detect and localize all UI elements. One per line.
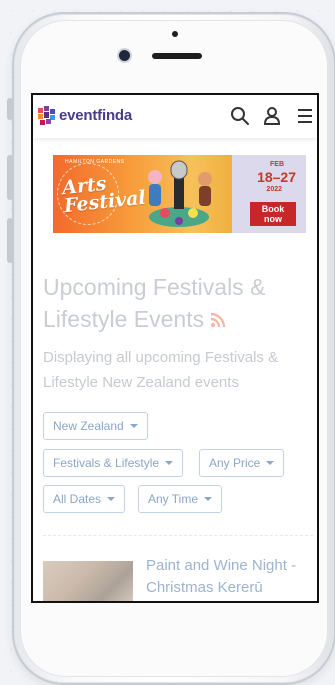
- logo-text[interactable]: eventfinda: [59, 107, 132, 124]
- rss-feed-icon[interactable]: [210, 312, 226, 328]
- banner-year: 2022: [266, 186, 282, 193]
- chevron-down-icon: [129, 424, 138, 428]
- banner-book-now-button[interactable]: Book now: [250, 202, 296, 226]
- page-subtitle: Displaying all upcoming Festivals & Life…: [43, 349, 279, 391]
- chevron-down-icon: [266, 461, 275, 465]
- time-filter-dropdown[interactable]: Any Time: [138, 485, 223, 513]
- phone-screen: eventfinda HAMILTON GARDENS Arts Festiva…: [31, 93, 319, 603]
- date-filter-dropdown[interactable]: All Dates: [43, 485, 126, 513]
- category-filter-dropdown[interactable]: Festivals & Lifestyle: [43, 449, 184, 477]
- arts-festival-banner-ad[interactable]: HAMILTON GARDENS Arts Festival FEB 18–27…: [53, 155, 306, 233]
- location-filter-label: New Zealand: [53, 419, 124, 433]
- chevron-down-icon: [107, 497, 116, 501]
- location-filter-dropdown[interactable]: New Zealand: [43, 412, 148, 440]
- phone-speaker: [152, 53, 202, 59]
- eventfinda-logo-icon[interactable]: [38, 106, 55, 125]
- banner-dates: 18–27: [257, 169, 296, 185]
- category-filter-label: Festivals & Lifestyle: [53, 456, 160, 470]
- site-header: eventfinda: [33, 95, 317, 138]
- banner-organiser: HAMILTON GARDENS: [65, 159, 125, 165]
- price-filter-dropdown[interactable]: Any Price: [199, 449, 285, 477]
- chevron-down-icon: [165, 461, 174, 465]
- page-title-text: Upcoming Festivals & Lifestyle Events: [43, 274, 266, 332]
- event-title-link[interactable]: Paint and Wine Night - Christmas Kererū: [146, 555, 316, 599]
- phone-side-button-volume-down: [7, 218, 13, 263]
- phone-camera: [119, 50, 130, 61]
- chevron-down-icon: [204, 497, 213, 501]
- time-filter-label: Any Time: [148, 492, 199, 506]
- phone-side-button-mute: [7, 98, 13, 120]
- page-title: Upcoming Festivals & Lifestyle Events: [43, 271, 313, 335]
- price-filter-label: Any Price: [209, 456, 261, 470]
- phone-sensor: [172, 31, 178, 37]
- banner-illustration-icon: [148, 160, 212, 227]
- date-filter-label: All Dates: [53, 492, 102, 506]
- event-thumbnail-image[interactable]: [43, 561, 133, 601]
- user-icon[interactable]: [262, 106, 282, 126]
- hamburger-menu-icon[interactable]: [295, 106, 315, 126]
- phone-side-button-volume-up: [7, 155, 13, 200]
- search-icon[interactable]: [230, 106, 250, 126]
- section-divider: [43, 535, 313, 536]
- banner-month: FEB: [270, 161, 284, 168]
